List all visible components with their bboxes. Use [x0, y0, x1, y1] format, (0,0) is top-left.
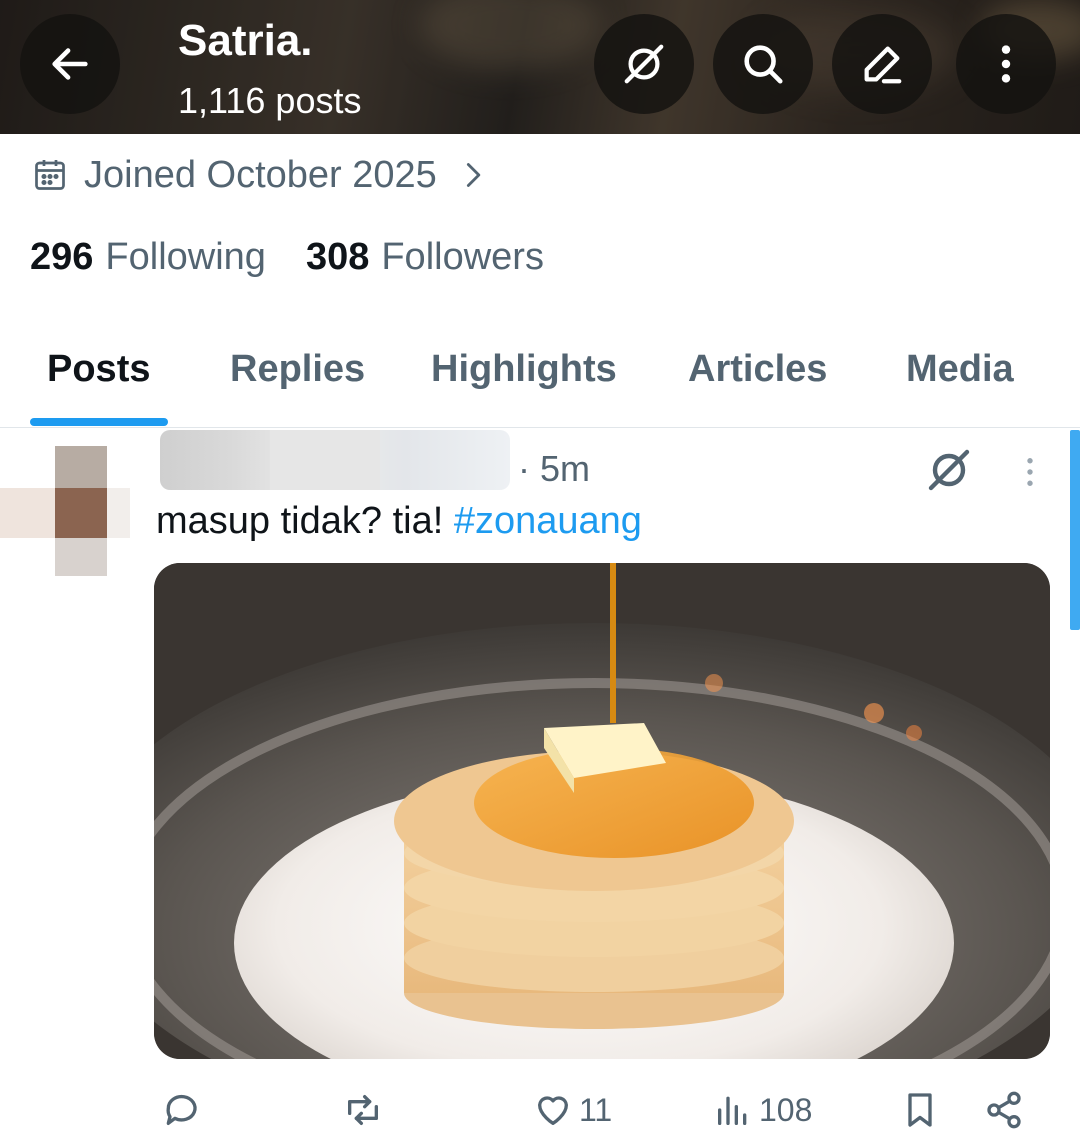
reply-icon	[166, 1094, 197, 1125]
followers-count[interactable]: 308	[306, 236, 369, 279]
bookmark-button[interactable]	[900, 1088, 940, 1132]
share-button[interactable]	[984, 1088, 1024, 1132]
followers-label[interactable]: Followers	[381, 236, 544, 279]
post-timestamp[interactable]: · 5m	[518, 448, 590, 490]
tab-posts[interactable]: Posts	[47, 348, 150, 391]
grok-icon	[624, 44, 664, 84]
heart-icon	[538, 1096, 568, 1125]
blurred-author-name[interactable]	[160, 430, 510, 490]
more-vertical-icon[interactable]	[1012, 450, 1048, 494]
scrollbar[interactable]	[1070, 430, 1080, 630]
chevron-right-icon	[466, 163, 481, 187]
post-text: masup tidak? tia! #zonauang	[156, 500, 642, 543]
follow-stats: 296 Following 308 Followers	[30, 232, 584, 282]
hashtag-link[interactable]: #zonauang	[454, 500, 642, 542]
post-body: masup tidak? tia!	[156, 500, 454, 542]
compose-icon	[864, 46, 902, 84]
tab-replies[interactable]: Replies	[230, 348, 365, 391]
repost-button[interactable]	[343, 1088, 389, 1132]
compose-button[interactable]	[832, 14, 932, 114]
active-tab-indicator	[30, 418, 168, 426]
profile-name: Satria.	[178, 16, 313, 65]
reply-button[interactable]	[160, 1088, 206, 1132]
view-count: 108	[759, 1091, 813, 1128]
search-button[interactable]	[713, 14, 813, 114]
views-icon	[718, 1096, 747, 1125]
search-icon	[744, 45, 783, 84]
tab-media[interactable]: Media	[906, 348, 1014, 391]
more-options-button[interactable]	[956, 14, 1056, 114]
profile-header: Satria. 1,116 posts	[0, 0, 1080, 134]
back-button[interactable]	[20, 14, 120, 114]
following-label[interactable]: Following	[105, 236, 266, 279]
like-button[interactable]: 11	[533, 1088, 612, 1132]
bookmark-icon	[908, 1093, 932, 1127]
following-count[interactable]: 296	[30, 236, 93, 279]
grok-icon[interactable]	[925, 446, 973, 494]
tab-articles[interactable]: Articles	[688, 348, 827, 391]
repost-icon	[348, 1095, 378, 1125]
joined-date[interactable]: Joined October 2025	[32, 150, 487, 200]
views-button[interactable]: 108	[713, 1088, 812, 1132]
share-icon	[987, 1091, 1021, 1129]
post-count: 1,116 posts	[178, 80, 362, 121]
post-image[interactable]	[154, 563, 1050, 1059]
more-vertical-icon	[1001, 45, 1011, 83]
avatar[interactable]	[0, 446, 130, 576]
joined-label: Joined October 2025	[84, 153, 437, 196]
like-count: 11	[579, 1091, 613, 1128]
tab-highlights[interactable]: Highlights	[431, 348, 617, 391]
profile-tabs: Posts Replies Highlights Articles Media	[0, 330, 1080, 428]
back-arrow-icon	[52, 48, 88, 80]
calendar-icon	[35, 160, 65, 190]
grok-button[interactable]	[594, 14, 694, 114]
